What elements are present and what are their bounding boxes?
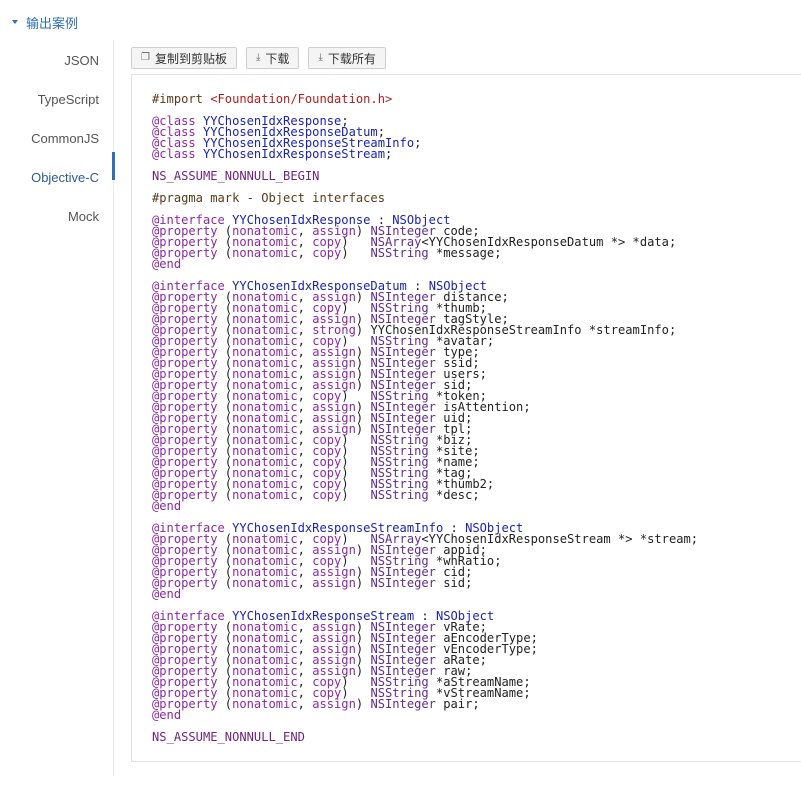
property-attribute: assign [312, 697, 356, 711]
import-directive: #import [152, 92, 211, 106]
property-attribute: assign [312, 576, 356, 590]
pragma-mark: #pragma mark - Object interfaces [152, 191, 385, 205]
copy-to-clipboard-button[interactable]: ❐ 复制到剪贴板 [131, 47, 237, 69]
code-line: NS_ASSUME_NONNULL_END [152, 730, 698, 744]
code-line: #import <Foundation/Foundation.h> [152, 92, 698, 106]
nonnull-begin-macro: NS_ASSUME_NONNULL_BEGIN [152, 169, 320, 183]
end-keyword: @end [152, 499, 182, 513]
class-keyword: @class [152, 147, 196, 161]
code-line: @property (nonatomic, copy) NSString *de… [152, 488, 480, 502]
code-toolbar: ❐ 复制到剪贴板 ⤓ 下载 ⤓ 下载所有 [131, 47, 386, 69]
tab-json[interactable]: JSON [64, 50, 99, 72]
import-path: <Foundation/Foundation.h> [210, 92, 393, 106]
objective-c-code: #import <Foundation/Foundation.h> @class … [152, 92, 698, 744]
property-declaration: *desc; [435, 488, 480, 502]
code-line: NS_ASSUME_NONNULL_BEGIN [152, 169, 698, 183]
code-line: #pragma mark - Object interfaces [152, 191, 698, 205]
nonnull-end-macro: NS_ASSUME_NONNULL_END [152, 730, 305, 744]
code-line: @property (nonatomic, assign) NSInteger … [152, 576, 473, 590]
download-all-button-label: 下载所有 [327, 51, 376, 66]
property-attribute: nonatomic [232, 697, 298, 711]
property-type: NSString [370, 488, 429, 502]
end-keyword: @end [152, 708, 182, 722]
property-type: NSString [370, 246, 429, 260]
caret-down-icon[interactable] [12, 20, 18, 24]
code-line: @end [152, 587, 698, 601]
property-attribute: nonatomic [232, 576, 298, 590]
tab-mock[interactable]: Mock [68, 206, 99, 228]
tab-objective-c[interactable]: Objective-C [31, 167, 99, 189]
tab-typescript[interactable]: TypeScript [38, 89, 99, 111]
code-line: @class YYChosenIdxResponseStream; [152, 147, 393, 161]
property-declaration: sid; [443, 576, 473, 590]
copy-icon: ❐ [141, 52, 150, 63]
download-button[interactable]: ⤓ 下载 [245, 47, 300, 69]
code-line: @end [152, 499, 698, 513]
end-keyword: @end [152, 257, 182, 271]
code-viewer[interactable]: #import <Foundation/Foundation.h> @class … [131, 74, 801, 762]
property-declaration: *message; [435, 246, 502, 260]
tabs-divider [113, 40, 114, 776]
section-header[interactable]: 输出案例 [12, 12, 78, 32]
property-attribute: copy [312, 488, 342, 502]
property-declaration: pair; [443, 697, 480, 711]
property-attribute: nonatomic [232, 488, 298, 502]
code-line: @end [152, 708, 698, 722]
language-tabs: JSON TypeScript CommonJS Objective-C Moc… [0, 40, 115, 776]
end-keyword: @end [152, 587, 182, 601]
property-type: NSInteger [370, 576, 436, 590]
copy-button-label: 复制到剪贴板 [154, 51, 227, 66]
code-line: @property (nonatomic, copy) NSString *me… [152, 246, 502, 260]
class-name: YYChosenIdxResponseStream [202, 147, 385, 161]
property-attribute: copy [312, 246, 342, 260]
download-icon: ⤓ [255, 52, 261, 63]
tab-commonjs[interactable]: CommonJS [31, 128, 99, 150]
section-title: 输出案例 [26, 15, 79, 31]
code-line: @property (nonatomic, assign) NSInteger … [152, 697, 480, 711]
active-tab-indicator [112, 152, 115, 180]
download-all-icon: ⤓ [318, 52, 323, 63]
code-line: @end [152, 257, 698, 271]
property-type: NSInteger [370, 697, 436, 711]
download-all-button[interactable]: ⤓ 下载所有 [308, 47, 386, 69]
property-attribute: nonatomic [232, 246, 298, 260]
download-button-label: 下载 [265, 51, 290, 66]
